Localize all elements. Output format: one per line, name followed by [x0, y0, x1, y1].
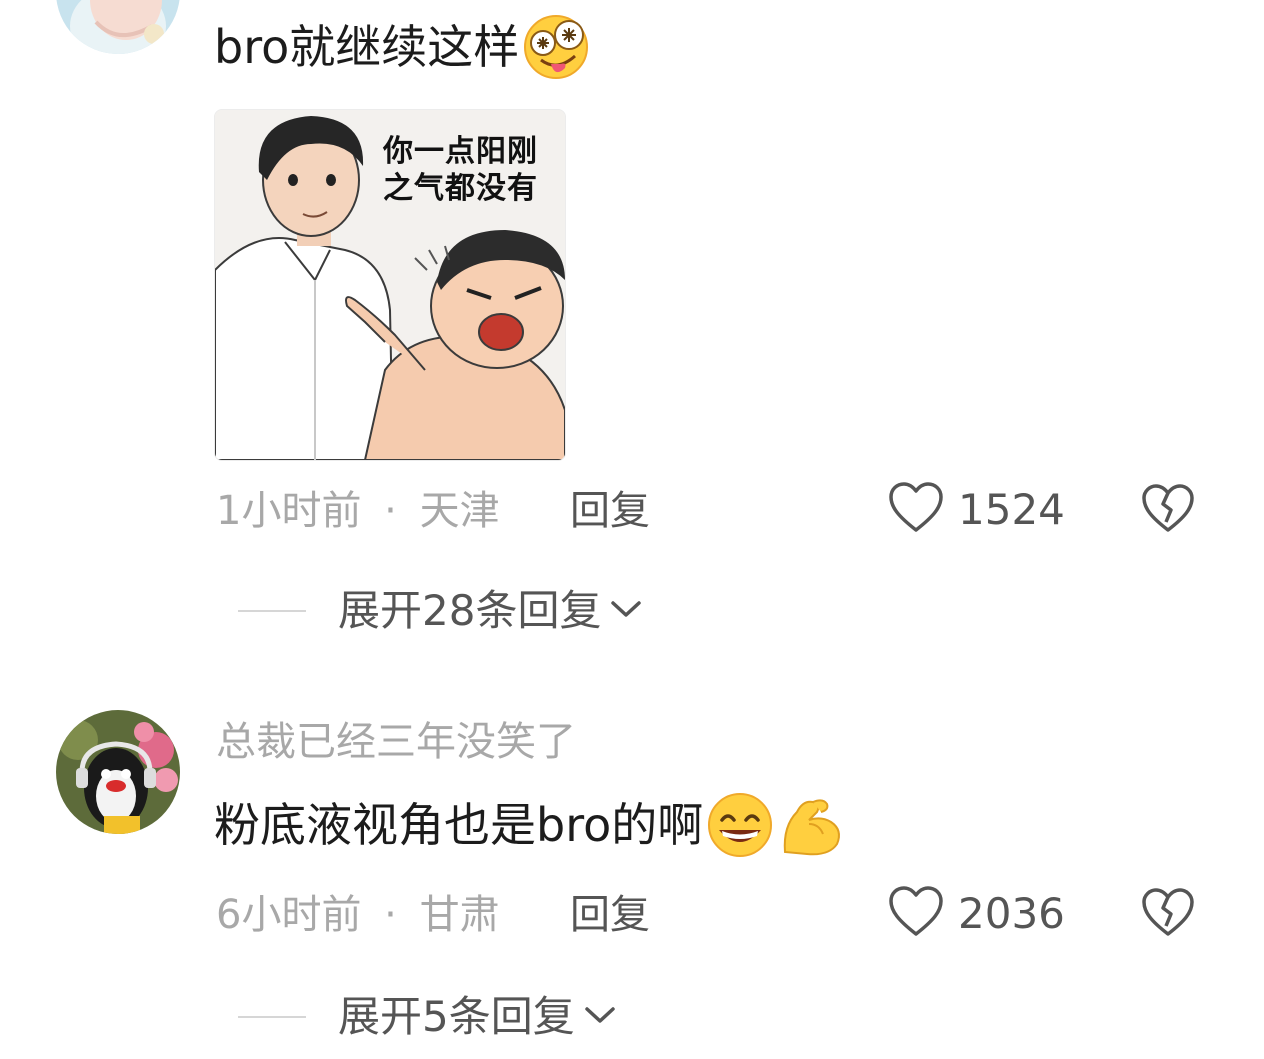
comment-location: 天津 [419, 488, 500, 534]
comment-location: 甘肃 [419, 892, 500, 938]
broken-heart-icon [1141, 888, 1195, 942]
image-caption-line-2: 之气都没有 [383, 170, 538, 206]
like-button[interactable]: 2036 [888, 886, 1065, 942]
heart-icon [888, 482, 944, 538]
dislike-button[interactable] [1141, 484, 1195, 538]
reply-button[interactable]: 回复 [570, 895, 650, 935]
broken-heart-icon [1141, 484, 1195, 538]
comment-username[interactable]: 总裁已经三年没笑了 [216, 722, 576, 762]
like-button[interactable]: 1524 [888, 482, 1065, 538]
meta-separator: · [384, 892, 397, 938]
expand-replies-label: 展开28条回复 [338, 586, 602, 635]
zany-face-icon [521, 12, 591, 82]
comment-meta: 6小时前 · 甘肃 [216, 895, 500, 935]
heart-icon [888, 886, 944, 942]
comment-body: bro就继续这样 [214, 20, 520, 74]
like-count: 1524 [958, 485, 1065, 534]
expand-divider [238, 1016, 306, 1018]
expand-divider [238, 610, 306, 612]
image-caption: 你一点阳刚 之气都没有 [383, 134, 538, 207]
expand-replies-label: 展开5条回复 [338, 992, 575, 1041]
image-caption-line-1: 你一点阳刚 [383, 134, 538, 169]
comment-meta: 1小时前 · 天津 [216, 491, 500, 531]
comment-body: 粉底液视角也是bro的啊 [214, 798, 704, 852]
grinning-face-icon [705, 790, 775, 860]
flexed-biceps-icon [777, 790, 847, 860]
like-count: 2036 [958, 889, 1065, 938]
commenter-avatar[interactable] [56, 710, 180, 834]
chevron-down-icon [583, 1004, 617, 1030]
reply-button[interactable]: 回复 [570, 491, 650, 531]
comment-text: bro就继续这样 [214, 15, 591, 79]
chevron-down-icon [609, 598, 643, 624]
meta-separator: · [384, 488, 397, 534]
expand-replies[interactable]: 展开5条回复 [238, 996, 617, 1038]
comment-text: 粉底液视角也是bro的啊 [214, 790, 847, 860]
comment-time: 1小时前 [216, 488, 362, 534]
comment-image[interactable]: 你一点阳刚 之气都没有 [214, 109, 566, 461]
dislike-button[interactable] [1141, 888, 1195, 942]
expand-replies[interactable]: 展开28条回复 [238, 590, 643, 632]
comment-time: 6小时前 [216, 892, 362, 938]
commenter-avatar[interactable] [56, 0, 180, 54]
